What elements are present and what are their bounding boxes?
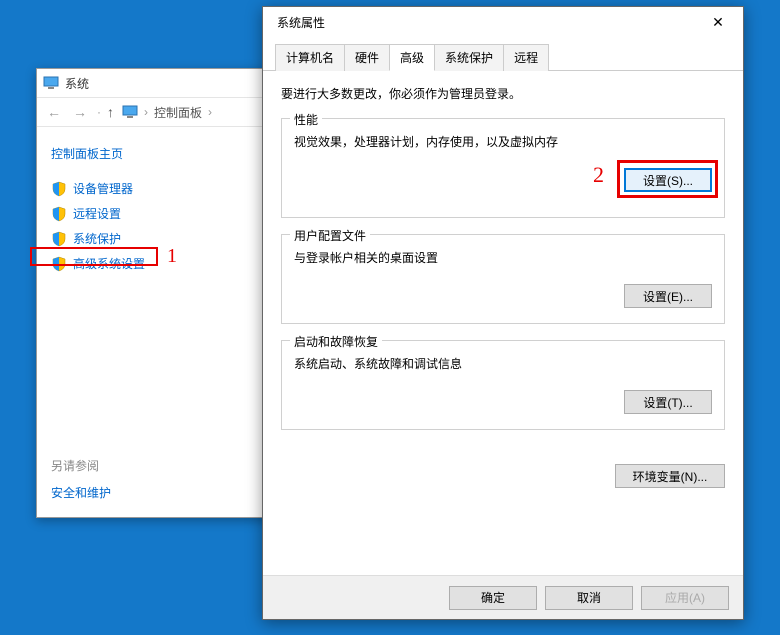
admin-note: 要进行大多数更改，你必须作为管理员登录。 xyxy=(281,85,725,102)
close-button[interactable]: ✕ xyxy=(697,8,739,36)
startup-group: 启动和故障恢复 系统启动、系统故障和调试信息 设置(T)... xyxy=(281,340,725,430)
apply-button[interactable]: 应用(A) xyxy=(641,586,729,610)
startup-settings-button[interactable]: 设置(T)... xyxy=(624,390,712,414)
nav-forward-icon[interactable]: → xyxy=(69,104,91,120)
sidebar-item-label: 高级系统设置 xyxy=(73,255,145,272)
env-var-row: 环境变量(N)... xyxy=(263,460,743,502)
sidebar-item-label: 设备管理器 xyxy=(73,180,133,197)
monitor-icon xyxy=(122,105,138,119)
nav-up-icon[interactable]: ↑ xyxy=(107,104,114,120)
cancel-button[interactable]: 取消 xyxy=(545,586,633,610)
shield-icon xyxy=(51,256,67,272)
nav-separator: · xyxy=(95,105,103,119)
group-desc: 与登录帐户相关的桌面设置 xyxy=(294,249,712,266)
group-title: 用户配置文件 xyxy=(290,227,370,244)
user-profile-group: 用户配置文件 与登录帐户相关的桌面设置 设置(E)... xyxy=(281,234,725,324)
ok-button[interactable]: 确定 xyxy=(449,586,537,610)
tab-computer-name[interactable]: 计算机名 xyxy=(275,44,345,71)
dialog-title: 系统属性 xyxy=(277,14,325,31)
tab-system-protection[interactable]: 系统保护 xyxy=(434,44,504,71)
group-desc: 系统启动、系统故障和调试信息 xyxy=(294,355,712,372)
group-title: 启动和故障恢复 xyxy=(290,333,382,350)
shield-icon xyxy=(51,206,67,222)
shield-icon xyxy=(51,181,67,197)
system-properties-dialog: 系统属性 ✕ 计算机名 硬件 高级 系统保护 远程 要进行大多数更改，你必须作为… xyxy=(262,6,744,620)
dialog-titlebar: 系统属性 ✕ xyxy=(263,7,743,37)
tab-hardware[interactable]: 硬件 xyxy=(344,44,390,71)
see-also-section: 另请参阅 安全和维护 xyxy=(51,457,111,501)
breadcrumb-separator: › xyxy=(206,105,214,119)
tab-advanced[interactable]: 高级 xyxy=(389,44,435,71)
user-profile-settings-button[interactable]: 设置(E)... xyxy=(624,284,712,308)
dialog-footer: 确定 取消 应用(A) xyxy=(263,575,743,619)
tab-remote[interactable]: 远程 xyxy=(503,44,549,71)
nav-back-icon[interactable]: ← xyxy=(43,104,65,120)
see-also-label: 另请参阅 xyxy=(51,457,111,474)
performance-settings-button[interactable]: 设置(S)... xyxy=(624,168,712,192)
environment-variables-button[interactable]: 环境变量(N)... xyxy=(615,464,725,488)
close-icon: ✕ xyxy=(712,14,724,31)
monitor-icon xyxy=(43,76,59,90)
annotation-number-2: 2 xyxy=(593,162,604,188)
sidebar-item-label: 远程设置 xyxy=(73,205,121,222)
group-desc: 视觉效果，处理器计划，内存使用，以及虚拟内存 xyxy=(294,133,712,150)
group-title: 性能 xyxy=(290,111,322,128)
annotation-number-1: 1 xyxy=(167,245,177,268)
dialog-body: 要进行大多数更改，你必须作为管理员登录。 性能 视觉效果，处理器计划，内存使用，… xyxy=(263,71,743,460)
system-window-title: 系统 xyxy=(65,75,89,92)
sidebar-item-label: 系统保护 xyxy=(73,230,121,247)
see-also-link[interactable]: 安全和维护 xyxy=(51,484,111,501)
performance-group: 性能 视觉效果，处理器计划，内存使用，以及虚拟内存 设置(S)... 2 xyxy=(281,118,725,218)
tabs-row: 计算机名 硬件 高级 系统保护 远程 xyxy=(263,37,743,71)
shield-icon xyxy=(51,231,67,247)
breadcrumb-separator: › xyxy=(142,105,150,119)
breadcrumb-item[interactable]: 控制面板 xyxy=(154,104,202,121)
